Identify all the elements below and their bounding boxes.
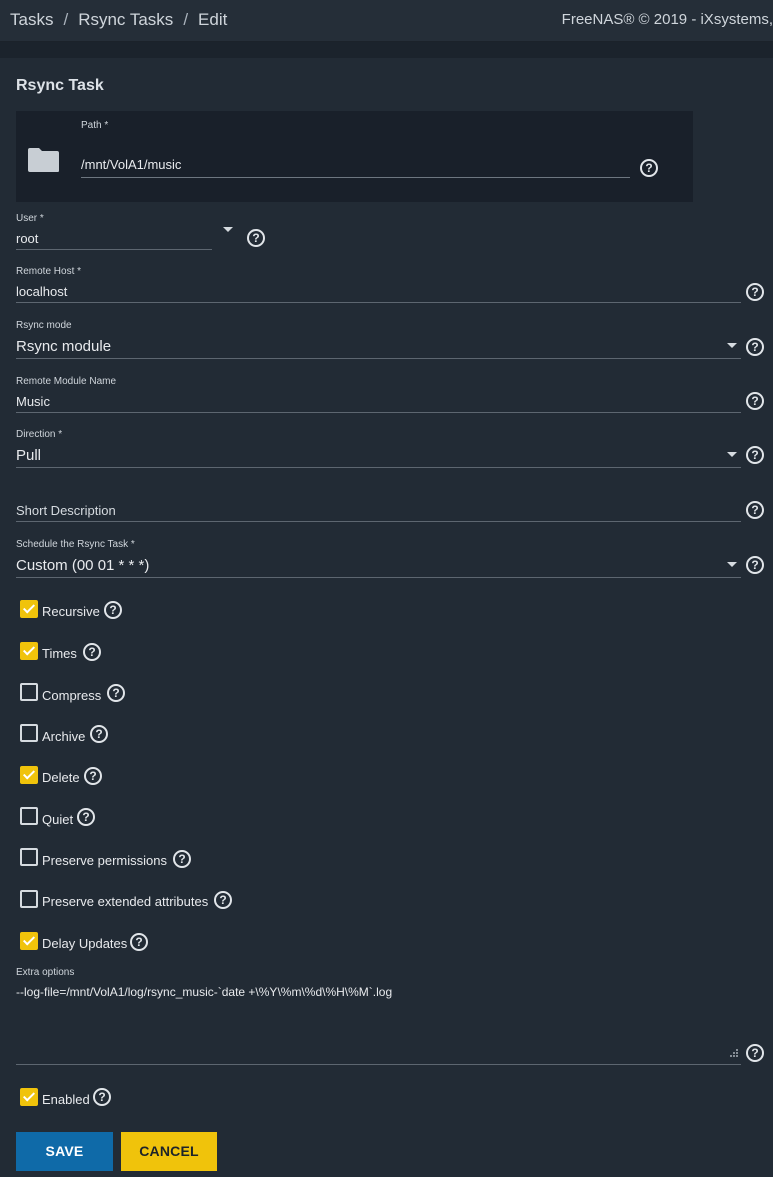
help-icon-direction[interactable]: ? [746, 446, 764, 464]
preserve-permissions-checkbox[interactable] [20, 848, 38, 866]
help-icon-enabled[interactable]: ? [93, 1088, 111, 1106]
rsync-mode-underline [16, 358, 741, 359]
remote-host-underline [16, 302, 741, 303]
preserve-permissions-label[interactable]: Preserve permissions [42, 853, 167, 868]
quiet-checkbox[interactable] [20, 807, 38, 825]
help-icon-delete[interactable]: ? [84, 767, 102, 785]
breadcrumb-tasks[interactable]: Tasks [10, 10, 53, 29]
direction-dropdown-caret-icon[interactable] [727, 452, 737, 457]
help-icon-extra-options[interactable]: ? [746, 1044, 764, 1062]
user-select[interactable]: root [16, 231, 38, 246]
save-button[interactable]: SAVE [16, 1132, 113, 1171]
help-icon-times[interactable]: ? [83, 643, 101, 661]
textarea-resize-handle-icon[interactable] [729, 1048, 739, 1058]
copyright-text[interactable]: FreeNAS® © 2019 - iXsystems, [562, 11, 773, 28]
help-icon-remote-host[interactable]: ? [746, 283, 764, 301]
delay-updates-checkbox[interactable] [20, 932, 38, 950]
remote-module-input[interactable]: Music [16, 394, 50, 409]
help-icon-path[interactable]: ? [640, 159, 658, 177]
recursive-checkbox[interactable] [20, 600, 38, 618]
rsync-mode-select[interactable]: Rsync module [16, 338, 111, 355]
recursive-label[interactable]: Recursive [42, 604, 100, 619]
path-input[interactable]: /mnt/VolA1/music [81, 157, 181, 172]
page-header-band [0, 42, 773, 58]
help-icon-quiet[interactable]: ? [77, 808, 95, 826]
user-underline [16, 249, 212, 250]
help-icon-rsync-mode[interactable]: ? [746, 338, 764, 356]
delay-updates-label[interactable]: Delay Updates [42, 936, 127, 951]
direction-select[interactable]: Pull [16, 447, 41, 464]
schedule-label: Schedule the Rsync Task * [16, 539, 135, 550]
schedule-dropdown-caret-icon[interactable] [727, 562, 737, 567]
breadcrumb-edit: Edit [198, 10, 228, 29]
delete-label[interactable]: Delete [42, 770, 80, 785]
remote-host-input[interactable]: localhost [16, 284, 67, 299]
preserve-extended-attributes-checkbox[interactable] [20, 890, 38, 908]
direction-label: Direction * [16, 429, 63, 440]
archive-checkbox[interactable] [20, 724, 38, 742]
help-icon-compress[interactable]: ? [107, 684, 125, 702]
help-icon-archive[interactable]: ? [90, 725, 108, 743]
breadcrumb: Tasks / Rsync Tasks / Edit [10, 10, 227, 30]
schedule-select[interactable]: Custom (00 01 * * *) [16, 557, 149, 574]
help-icon-preserve-extended-attributes[interactable]: ? [214, 891, 232, 909]
top-bar: Tasks / Rsync Tasks / Edit FreeNAS® © 2019 -… [0, 0, 773, 42]
breadcrumb-separator: / [183, 10, 189, 29]
help-icon-delay-updates[interactable]: ? [130, 933, 148, 951]
extra-options-underline [16, 1064, 741, 1065]
remote-module-label: Remote Module Name [16, 376, 117, 387]
preserve-extended-attributes-label[interactable]: Preserve extended attributes [42, 894, 208, 909]
rsync-mode-label: Rsync mode [16, 320, 72, 331]
delete-checkbox[interactable] [20, 766, 38, 784]
help-icon-recursive[interactable]: ? [104, 601, 122, 619]
short-description-input[interactable]: Short Description [16, 503, 116, 518]
archive-label[interactable]: Archive [42, 729, 85, 744]
enabled-checkbox[interactable] [20, 1088, 38, 1106]
remote-module-underline [16, 412, 741, 413]
help-icon-short-description[interactable]: ? [746, 501, 764, 519]
remote-host-label: Remote Host * [16, 266, 82, 277]
extra-options-textarea[interactable]: --log-file=/mnt/VolA1/log/rsync_music-`d… [16, 985, 392, 999]
times-label[interactable]: Times [42, 646, 77, 661]
folder-icon[interactable] [27, 147, 60, 173]
rsync-mode-dropdown-caret-icon[interactable] [727, 343, 737, 348]
path-explorer: Path * /mnt/VolA1/music [16, 111, 693, 202]
enabled-label[interactable]: Enabled [42, 1092, 90, 1107]
breadcrumb-separator: / [63, 10, 69, 29]
help-icon-user[interactable]: ? [247, 229, 265, 247]
user-dropdown-caret-icon[interactable] [223, 227, 233, 232]
direction-underline [16, 467, 741, 468]
cancel-button[interactable]: CANCEL [121, 1132, 217, 1171]
times-checkbox[interactable] [20, 642, 38, 660]
breadcrumb-rsync-tasks[interactable]: Rsync Tasks [78, 10, 173, 29]
path-underline [81, 177, 630, 178]
schedule-underline [16, 577, 741, 578]
compress-checkbox[interactable] [20, 683, 38, 701]
help-icon-remote-module[interactable]: ? [746, 392, 764, 410]
user-label: User * [16, 213, 44, 224]
help-icon-preserve-permissions[interactable]: ? [173, 850, 191, 868]
short-description-underline [16, 521, 741, 522]
path-label: Path * [81, 120, 109, 131]
form-title: Rsync Task [16, 77, 104, 94]
compress-label[interactable]: Compress [42, 688, 101, 703]
extra-options-label: Extra options [16, 967, 75, 978]
help-icon-schedule[interactable]: ? [746, 556, 764, 574]
quiet-label[interactable]: Quiet [42, 812, 73, 827]
